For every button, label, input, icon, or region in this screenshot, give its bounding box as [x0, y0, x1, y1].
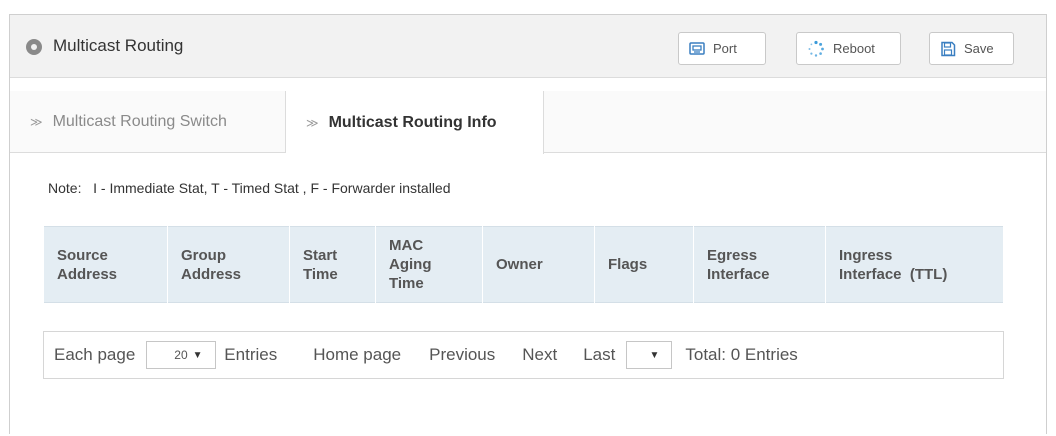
legend-note: Note: I - Immediate Stat, T - Timed Stat…: [48, 180, 451, 196]
total-entries-label: Total: 0 Entries: [685, 345, 798, 364]
column-header-ingress-interface-ttl: Ingress Interface (TTL): [825, 226, 1004, 303]
column-header-start-time: Start Time: [289, 226, 376, 303]
page-number-select[interactable]: ▼: [626, 341, 673, 369]
location-pin-icon: [26, 39, 42, 55]
page-title: Multicast Routing: [53, 36, 184, 55]
double-chevron-right-icon: ≫: [306, 115, 319, 130]
page-size-select[interactable]: 20 ▼: [146, 341, 217, 369]
port-icon: [689, 41, 705, 56]
spinner-icon: [807, 40, 825, 58]
last-page-link[interactable]: Last: [583, 345, 615, 365]
dropdown-arrow-icon: ▼: [649, 349, 660, 361]
tab-multicast-routing-switch[interactable]: ≫ Multicast Routing Switch: [10, 91, 286, 153]
multicast-routing-panel: Multicast Routing Port Reboot Save ≫ Mul…: [9, 14, 1047, 434]
double-chevron-right-icon: ≫: [30, 115, 43, 129]
column-header-owner: Owner: [482, 226, 595, 303]
column-header-mac-aging-time: MAC Aging Time: [375, 226, 483, 303]
port-button[interactable]: Port: [678, 32, 766, 65]
save-button[interactable]: Save: [929, 32, 1014, 65]
pagination-bar: Each page 20 ▼ Entries Home page Previou…: [43, 331, 1004, 379]
panel-header: Multicast Routing Port Reboot Save: [10, 15, 1046, 78]
dropdown-arrow-icon: ▼: [192, 349, 203, 361]
reboot-button-label: Reboot: [833, 41, 875, 56]
tab-label: Multicast Routing Switch: [52, 113, 227, 130]
reboot-button[interactable]: Reboot: [796, 32, 901, 65]
table-header-row: Source Address Group Address Start Time MAC…: [43, 226, 1004, 303]
each-page-label: Each page: [54, 345, 136, 364]
column-header-flags: Flags: [594, 226, 694, 303]
previous-page-link[interactable]: Previous: [429, 345, 495, 365]
column-header-group-address: Group Address: [167, 226, 290, 303]
port-button-label: Port: [713, 41, 737, 56]
floppy-disk-icon: [940, 41, 956, 57]
home-page-link[interactable]: Home page: [313, 345, 401, 365]
tab-label: Multicast Routing Info: [328, 113, 497, 131]
entries-label: Entries: [224, 345, 278, 364]
tab-multicast-routing-info[interactable]: ≫ Multicast Routing Info: [286, 91, 544, 154]
page-size-value: 20: [174, 348, 188, 362]
column-header-egress-interface: Egress Interface: [693, 226, 826, 303]
column-header-source-address: Source Address: [43, 226, 168, 303]
multicast-routes-table: Source Address Group Address Start Time MAC…: [43, 226, 1004, 303]
tab-bar: ≫ Multicast Routing Switch ≫ Multicast R…: [10, 91, 1046, 154]
next-page-link[interactable]: Next: [522, 345, 557, 365]
save-button-label: Save: [964, 41, 994, 56]
